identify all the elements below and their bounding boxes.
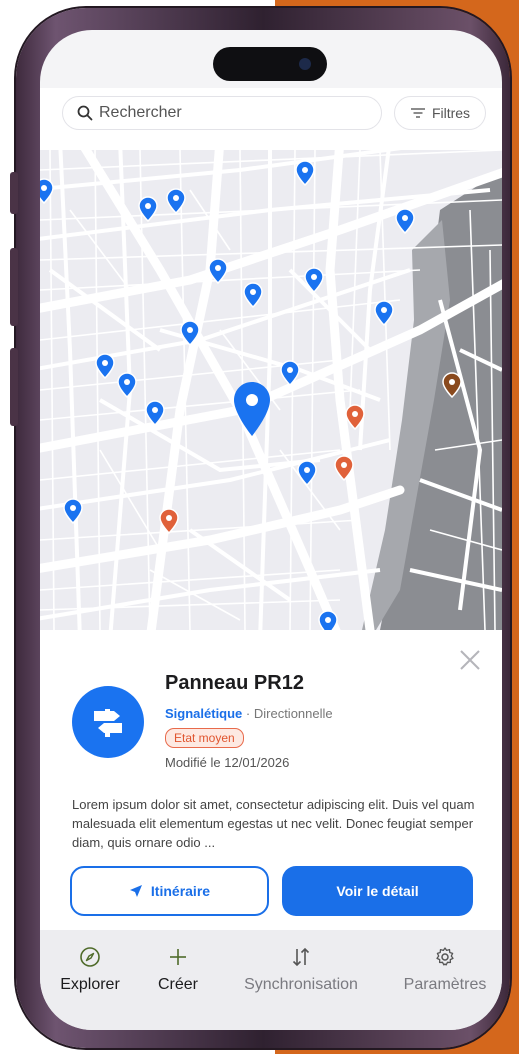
filters-button[interactable]: Filtres (394, 96, 486, 130)
tab-settings-label: Paramètres (403, 976, 487, 993)
compass-icon (80, 947, 100, 967)
tab-create[interactable]: Créer (140, 946, 216, 994)
map-pin-orange[interactable] (334, 455, 354, 481)
tab-explorer[interactable]: Explorer (50, 946, 130, 994)
map-pin-blue[interactable] (208, 258, 228, 284)
map-pin-blue[interactable] (297, 460, 317, 486)
filters-label: Filtres (431, 105, 471, 121)
asset-category: Signalétique (165, 706, 243, 721)
map-pin-blue[interactable] (395, 208, 415, 234)
map-pin-orange[interactable] (159, 508, 179, 534)
asset-description: Lorem ipsum dolor sit amet, consectetur … (72, 797, 475, 850)
map-pin-blue[interactable] (374, 300, 394, 326)
tab-explorer-label: Explorer (60, 976, 120, 993)
map-pin-blue[interactable] (295, 160, 315, 186)
search-icon (77, 105, 93, 121)
search-box[interactable] (62, 96, 382, 130)
tab-sync-label: Synchronisation (244, 976, 358, 993)
map-pin-blue[interactable] (63, 498, 83, 524)
tab-settings[interactable]: Paramètres (390, 946, 500, 994)
phone-volume-down-button (10, 348, 18, 426)
front-camera (299, 58, 311, 70)
detail-card: Panneau PR12 Signalétique · Directionnel… (40, 630, 502, 930)
dynamic-island (213, 47, 327, 81)
gear-icon (436, 947, 454, 966)
phone-screen: Filtres (40, 30, 502, 1030)
location-pin-icon[interactable] (232, 380, 272, 438)
sort-arrows-icon (292, 947, 310, 967)
phone-volume-up-button (10, 248, 18, 326)
filter-lines-icon (410, 108, 425, 118)
map-pin-blue[interactable] (95, 353, 115, 379)
route-button[interactable]: Itinéraire (70, 866, 269, 916)
close-icon[interactable] (458, 648, 482, 672)
map-pin-blue[interactable] (304, 267, 324, 293)
phone-action-button (10, 172, 18, 214)
map-pin-blue[interactable] (166, 188, 186, 214)
map-pin-blue[interactable] (138, 196, 158, 222)
map-pin-blue[interactable] (40, 178, 54, 204)
map-pin-blue[interactable] (180, 320, 200, 346)
map-pin-orange[interactable] (345, 404, 365, 430)
view-detail-button[interactable]: Voir le détail (282, 866, 473, 916)
asset-title: Panneau PR12 (165, 672, 304, 694)
asset-subcategory: Directionnelle (253, 706, 333, 721)
tab-create-label: Créer (157, 976, 198, 993)
route-button-label: Itinéraire (150, 883, 211, 899)
navigation-arrow-icon (129, 885, 142, 897)
status-badge: Etat moyen (165, 728, 244, 748)
tab-sync[interactable]: Synchronisation (228, 946, 374, 994)
map-pin-blue[interactable] (243, 282, 263, 308)
plus-icon (170, 949, 186, 965)
map-pin-blue[interactable] (117, 372, 137, 398)
search-bar: Filtres (40, 88, 502, 150)
asset-avatar (72, 686, 144, 758)
subtitle-separator: · (242, 706, 254, 721)
asset-subtitle: Signalétique · Directionnelle (165, 706, 333, 721)
bottom-tab-bar: Explorer Créer Synchronisation Paramètre… (40, 930, 502, 1030)
map-pin-blue[interactable] (280, 360, 300, 386)
modified-date: Modifié le 12/01/2026 (165, 755, 290, 770)
map-pin-blue[interactable] (145, 400, 165, 426)
search-input[interactable] (99, 104, 339, 122)
map-pin-blue[interactable] (318, 610, 338, 630)
signpost-icon (94, 709, 122, 737)
map-view[interactable] (40, 150, 502, 630)
view-detail-label: Voir le détail (336, 883, 419, 899)
map-pin-brown[interactable] (442, 372, 462, 398)
